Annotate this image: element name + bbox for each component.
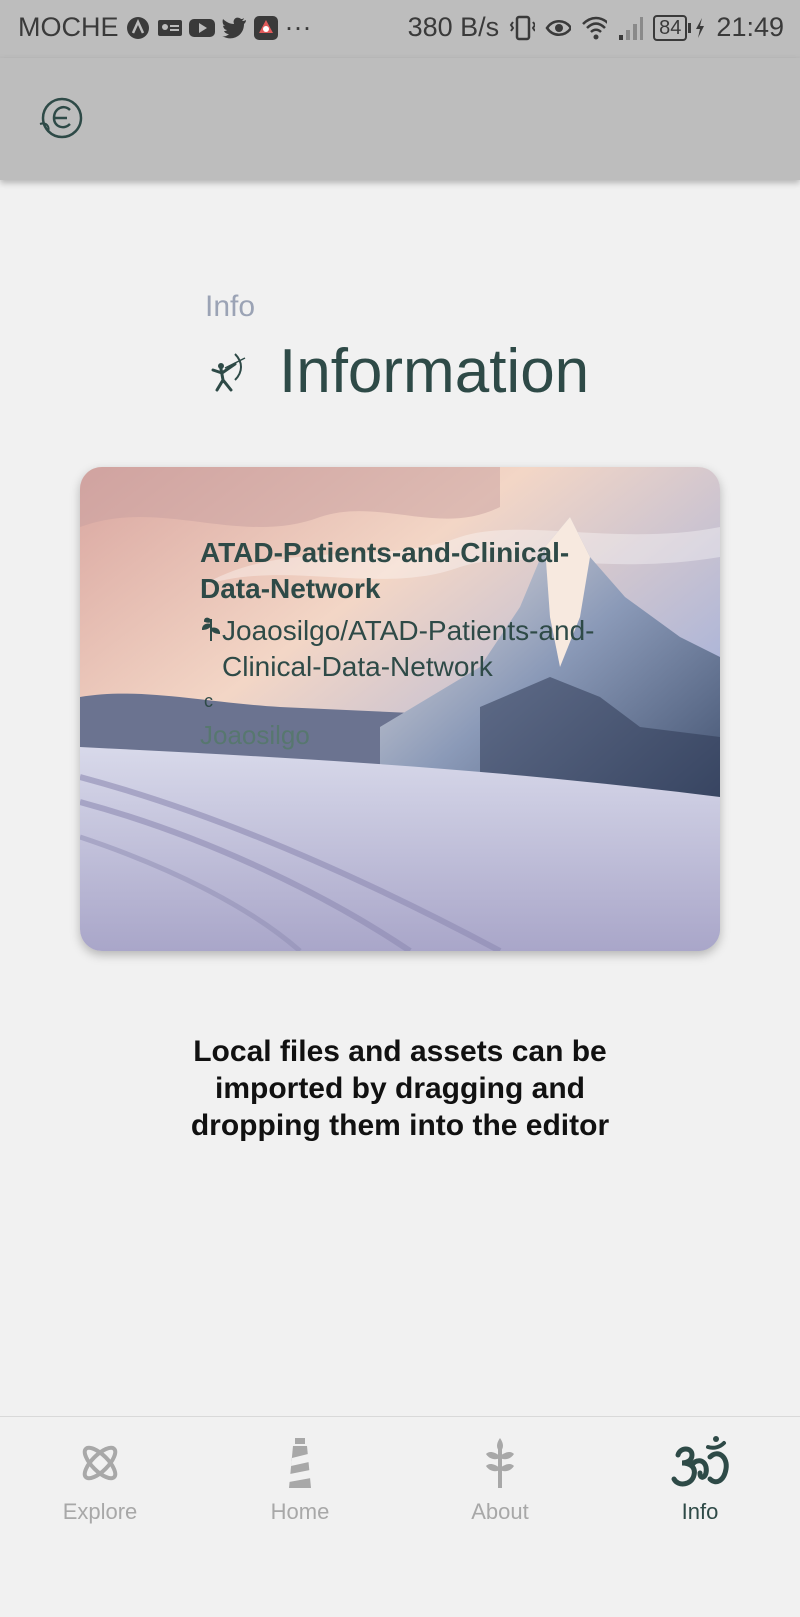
info-note: Local files and assets can be imported b… [190,1035,610,1142]
youtube-icon [188,15,215,41]
archer-icon [205,350,249,394]
lighthouse-icon [270,1433,330,1493]
wifi-icon [581,15,608,41]
tab-info[interactable]: Info [600,1433,800,1525]
repo-name: ATAD-Patients-and-Clinical-Data-Network [200,537,570,604]
repo-path-row: Joaosilgo/ATAD-Patients-and-Clinical-Dat… [200,613,600,685]
tab-label: Info [681,1499,719,1524]
carrier-label: MOCHE [18,12,119,42]
battery-level: 84 [653,14,688,41]
network-speed: 380 B/s [407,12,500,42]
repo-card[interactable]: ATAD-Patients-and-Clinical-Data-Network … [80,467,720,951]
page-title: Information [279,337,590,406]
wheat-icon [470,1433,530,1493]
status-bar: MOCHE ··· 380 B/s 84 21:49 [0,0,800,58]
tab-about[interactable]: About [400,1433,600,1525]
card-content: ATAD-Patients-and-Clinical-Data-Network … [200,535,600,751]
signal-icon [617,15,644,41]
tab-label: Home [270,1499,330,1524]
tab-label: About [471,1499,529,1524]
page-title-row: Information [205,336,589,407]
more-notifications: ··· [284,12,312,42]
clock: 21:49 [716,12,784,42]
bottom-navigation: Explore Home About Info [0,1416,800,1617]
twitter-icon [221,15,247,41]
tab-label: Explore [62,1499,138,1524]
tab-home[interactable]: Home [200,1433,400,1525]
tab-explore[interactable]: Explore [0,1433,200,1525]
app-bar [0,58,800,180]
app-logo-icon[interactable] [36,94,86,144]
page-subtitle: Info [205,290,256,323]
vibrate-icon [509,15,536,41]
app-a-icon [125,15,151,41]
atom-icon [70,1433,130,1493]
om-icon [670,1433,730,1493]
id-card-icon [157,15,183,41]
repo-path[interactable]: Joaosilgo/ATAD-Patients-and-Clinical-Dat… [222,613,600,685]
plant-icon [200,613,222,685]
repo-owner[interactable]: Joaosilgo [200,720,600,751]
game-app-icon [253,15,279,41]
battery-icon: 84 [653,14,706,41]
card-small-label: c [204,691,213,711]
eye-icon [545,15,572,41]
